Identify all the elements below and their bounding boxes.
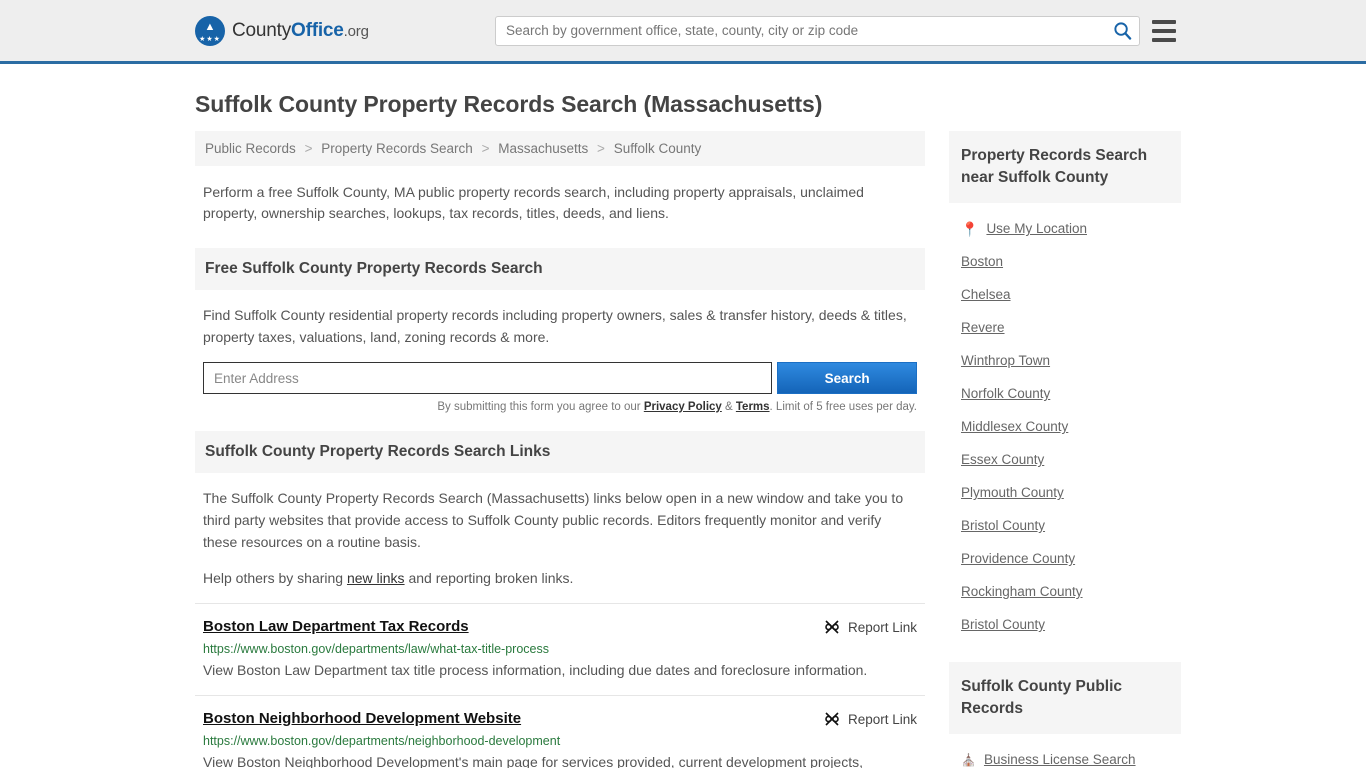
help-others-text: Help others by sharing new links and rep…	[203, 567, 917, 589]
sidebar-item-rockingham-county[interactable]: Rockingham County	[949, 574, 1181, 607]
brand-wordmark: CountyOffice.org	[232, 20, 369, 42]
sidebar-link[interactable]: Revere	[961, 320, 1005, 335]
result-item: Boston Neighborhood Development Website …	[195, 695, 925, 768]
free-search-body: Find Suffolk County residential property…	[195, 290, 925, 348]
main-content: Public Records > Property Records Search…	[195, 131, 925, 768]
broken-link-icon	[824, 619, 840, 635]
breadcrumb-item-massachusetts[interactable]: Massachusetts	[498, 141, 588, 156]
sidebar-item-use-my-location[interactable]: 📍 Use My Location	[949, 211, 1181, 244]
terms-link[interactable]: Terms	[736, 401, 770, 413]
sidebar-link[interactable]: Rockingham County	[961, 584, 1083, 599]
page-intro-text: Perform a free Suffolk County, MA public…	[195, 166, 925, 230]
sidebar-link[interactable]: Plymouth County	[961, 485, 1064, 500]
breadcrumb: Public Records > Property Records Search…	[195, 131, 925, 166]
report-link-button[interactable]: Report Link	[824, 710, 917, 727]
page-title: Suffolk County Property Records Search (…	[195, 91, 1171, 118]
sidebar-link[interactable]: Bristol County	[961, 617, 1045, 632]
address-search-button[interactable]: Search	[777, 362, 917, 394]
sidebar-public-records-list: ⛪ Business License Search	[949, 734, 1181, 768]
sidebar-item-middlesex-county[interactable]: Middlesex County	[949, 409, 1181, 442]
eagle-seal-icon: ▲ ★★★	[195, 16, 225, 46]
report-link-button[interactable]: Report Link	[824, 618, 917, 635]
disclaimer-prefix: By submitting this form you agree to our	[437, 401, 643, 413]
sidebar-public-records-heading: Suffolk County Public Records	[949, 662, 1181, 734]
breadcrumb-item-property-records-search[interactable]: Property Records Search	[321, 141, 473, 156]
global-search-bar[interactable]	[495, 16, 1140, 46]
sidebar-link[interactable]: Essex County	[961, 452, 1044, 467]
search-links-paragraph: The Suffolk County Property Records Sear…	[203, 487, 917, 553]
address-search-form: Search	[203, 362, 917, 394]
sidebar-item-norfolk-county[interactable]: Norfolk County	[949, 376, 1181, 409]
breadcrumb-separator: >	[482, 141, 490, 156]
sidebar-item-boston[interactable]: Boston	[949, 244, 1181, 277]
sidebar-item-revere[interactable]: Revere	[949, 310, 1181, 343]
sidebar-item-providence-county[interactable]: Providence County	[949, 541, 1181, 574]
help-prefix: Help others by sharing	[203, 570, 347, 586]
sidebar-link[interactable]: Boston	[961, 254, 1003, 269]
new-links-link[interactable]: new links	[347, 570, 405, 586]
hamburger-menu-icon[interactable]	[1152, 20, 1176, 42]
result-url: https://www.boston.gov/departments/neigh…	[203, 734, 917, 748]
search-submit-button[interactable]	[1105, 17, 1139, 45]
search-links-body: The Suffolk County Property Records Sear…	[195, 473, 925, 589]
sidebar-link[interactable]: Business License Search	[984, 752, 1136, 767]
result-description: View Boston Neighborhood Development's m…	[203, 750, 917, 768]
business-license-icon: ⛪	[961, 754, 976, 766]
free-search-heading: Free Suffolk County Property Records Sea…	[195, 248, 925, 290]
page-container: Suffolk County Property Records Search (…	[0, 91, 1366, 768]
site-header: ▲ ★★★ CountyOffice.org	[0, 0, 1366, 64]
brand-part-county: County	[232, 20, 291, 41]
address-input[interactable]	[203, 362, 772, 394]
sidebar-item-bristol-county[interactable]: Bristol County	[949, 508, 1181, 541]
result-title-link[interactable]: Boston Neighborhood Development Website	[203, 710, 521, 727]
breadcrumb-separator: >	[305, 141, 313, 156]
site-logo[interactable]: ▲ ★★★ CountyOffice.org	[195, 16, 369, 46]
report-link-label: Report Link	[848, 712, 917, 727]
sidebar-link[interactable]: Chelsea	[961, 287, 1011, 302]
sidebar-link[interactable]: Bristol County	[961, 518, 1045, 533]
result-title-link[interactable]: Boston Law Department Tax Records	[203, 618, 469, 635]
sidebar-public-records-block: Suffolk County Public Records ⛪ Business…	[949, 662, 1181, 768]
map-pin-icon: 📍	[961, 222, 978, 236]
brand-part-org: .org	[344, 23, 369, 40]
report-link-label: Report Link	[848, 620, 917, 635]
disclaimer-amp: &	[722, 401, 736, 413]
sidebar: Property Records Search near Suffolk Cou…	[949, 131, 1181, 768]
breadcrumb-separator: >	[597, 141, 605, 156]
sidebar-nearby-list: 📍 Use My Location Boston Chelsea Revere …	[949, 203, 1181, 640]
sidebar-link[interactable]: Norfolk County	[961, 386, 1050, 401]
sidebar-item-bristol-county-2[interactable]: Bristol County	[949, 607, 1181, 640]
result-description: View Boston Law Department tax title pro…	[203, 658, 917, 682]
brand-part-office: Office	[291, 20, 344, 41]
help-suffix: and reporting broken links.	[405, 570, 574, 586]
sidebar-nearby-heading: Property Records Search near Suffolk Cou…	[949, 131, 1181, 203]
sidebar-item-business-license-search[interactable]: ⛪ Business License Search	[949, 742, 1181, 768]
disclaimer-suffix: . Limit of 5 free uses per day.	[770, 401, 917, 413]
result-url: https://www.boston.gov/departments/law/w…	[203, 642, 917, 656]
sidebar-item-chelsea[interactable]: Chelsea	[949, 277, 1181, 310]
form-disclaimer: By submitting this form you agree to our…	[203, 401, 917, 413]
free-search-description: Find Suffolk County residential property…	[203, 304, 917, 348]
sidebar-link[interactable]: Providence County	[961, 551, 1075, 566]
broken-link-icon	[824, 711, 840, 727]
sidebar-item-plymouth-county[interactable]: Plymouth County	[949, 475, 1181, 508]
sidebar-item-winthrop-town[interactable]: Winthrop Town	[949, 343, 1181, 376]
sidebar-link[interactable]: Middlesex County	[961, 419, 1068, 434]
breadcrumb-item-public-records[interactable]: Public Records	[205, 141, 296, 156]
search-input[interactable]	[496, 17, 1105, 45]
sidebar-link[interactable]: Winthrop Town	[961, 353, 1050, 368]
search-links-heading: Suffolk County Property Records Search L…	[195, 431, 925, 473]
result-item: Boston Law Department Tax Records Report…	[195, 603, 925, 695]
breadcrumb-item-suffolk-county[interactable]: Suffolk County	[614, 141, 702, 156]
use-my-location-link[interactable]: Use My Location	[986, 221, 1087, 236]
search-icon	[1113, 21, 1132, 40]
privacy-policy-link[interactable]: Privacy Policy	[644, 401, 722, 413]
sidebar-item-essex-county[interactable]: Essex County	[949, 442, 1181, 475]
